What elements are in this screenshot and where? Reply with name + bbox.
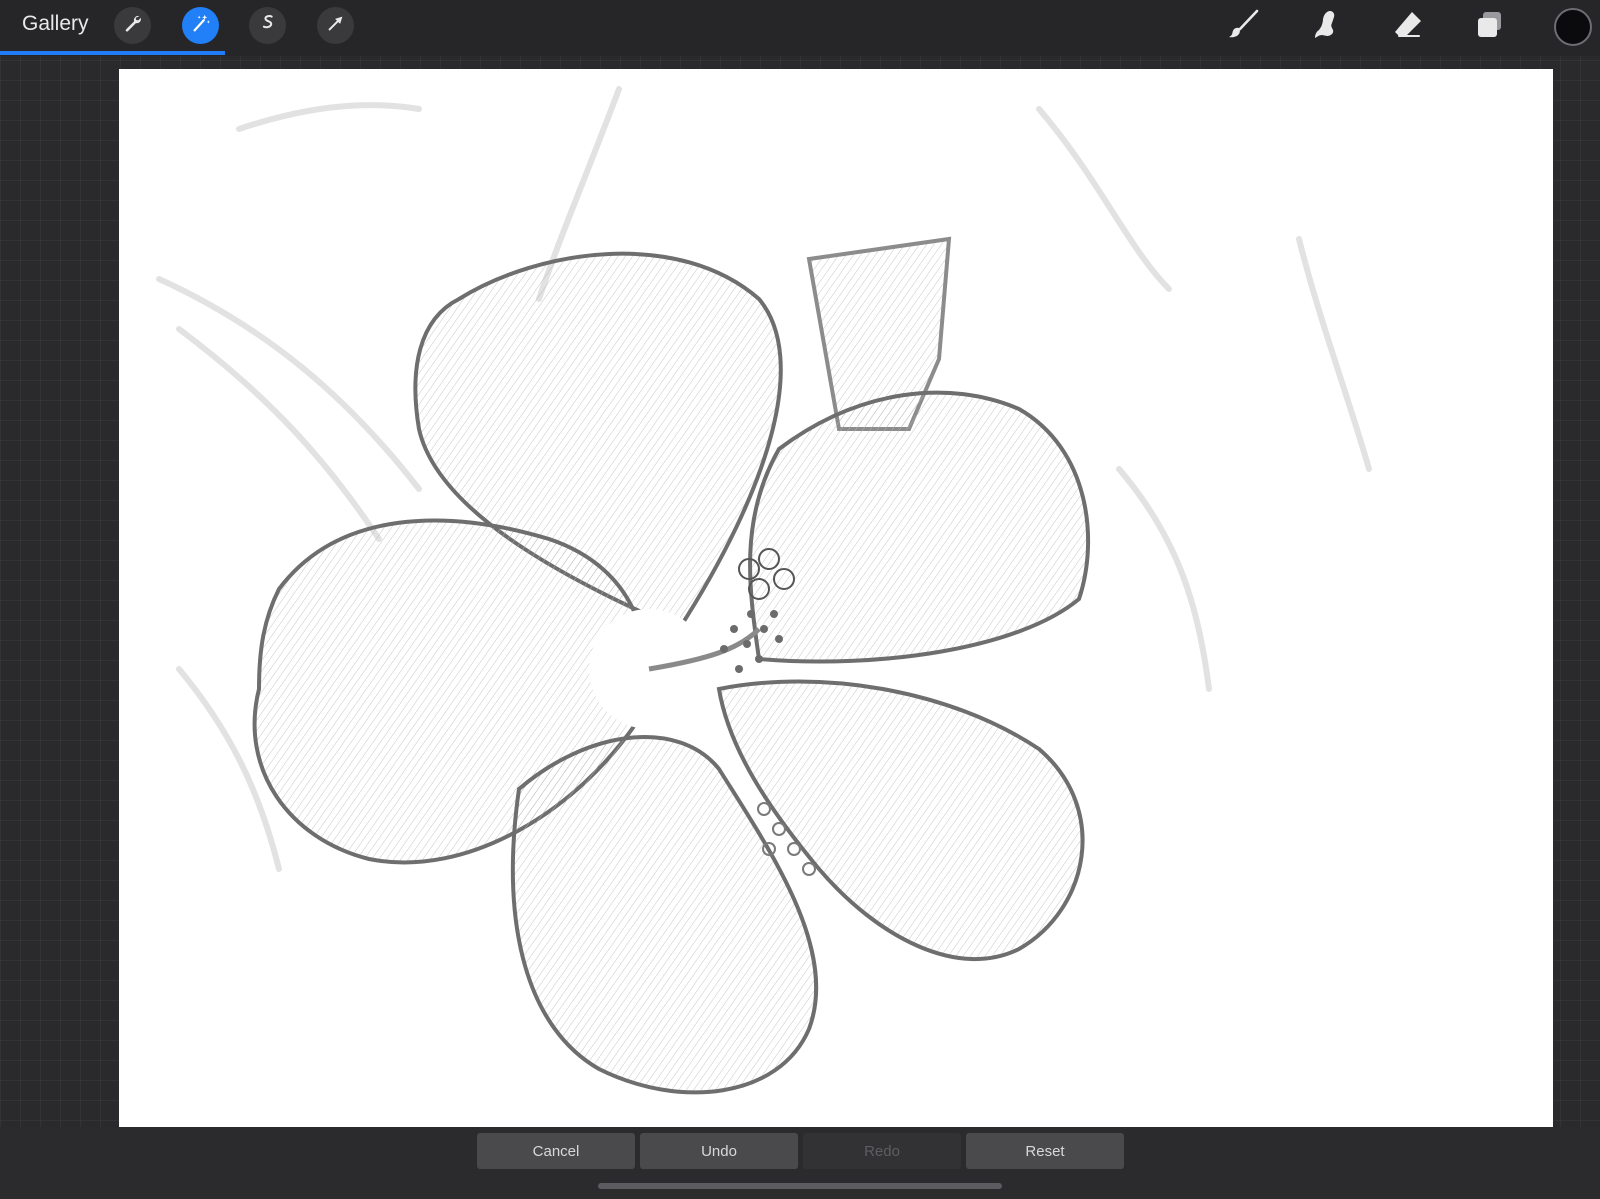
selection-button[interactable] [249,7,286,44]
reset-button[interactable]: Reset [966,1133,1124,1169]
layers-icon [1473,8,1507,47]
top-toolbar: Gallery [0,0,1600,56]
eraser-icon [1391,8,1425,47]
wrench-icon [122,12,144,39]
adjustments-button[interactable] [182,7,219,44]
actions-button[interactable] [114,7,151,44]
selection-icon [257,12,279,39]
sketch-artwork [156,86,1372,1095]
brush-icon [1227,8,1261,47]
smudge-button[interactable] [1308,9,1344,45]
filter-progress-bar [0,51,225,55]
transform-button[interactable] [317,7,354,44]
undo-button[interactable]: Undo [640,1133,798,1169]
transform-arrow-icon [325,12,347,39]
layers-button[interactable] [1472,9,1508,45]
magic-wand-icon [190,12,212,39]
home-indicator[interactable] [598,1183,1002,1189]
color-swatch[interactable] [1554,8,1592,46]
brush-button[interactable] [1226,9,1262,45]
cancel-button[interactable]: Cancel [477,1133,635,1169]
smudge-icon [1309,8,1343,47]
redo-button[interactable]: Redo [803,1133,961,1169]
drawing-canvas[interactable] [119,69,1553,1127]
gallery-button[interactable]: Gallery [22,12,89,36]
eraser-button[interactable] [1390,9,1426,45]
